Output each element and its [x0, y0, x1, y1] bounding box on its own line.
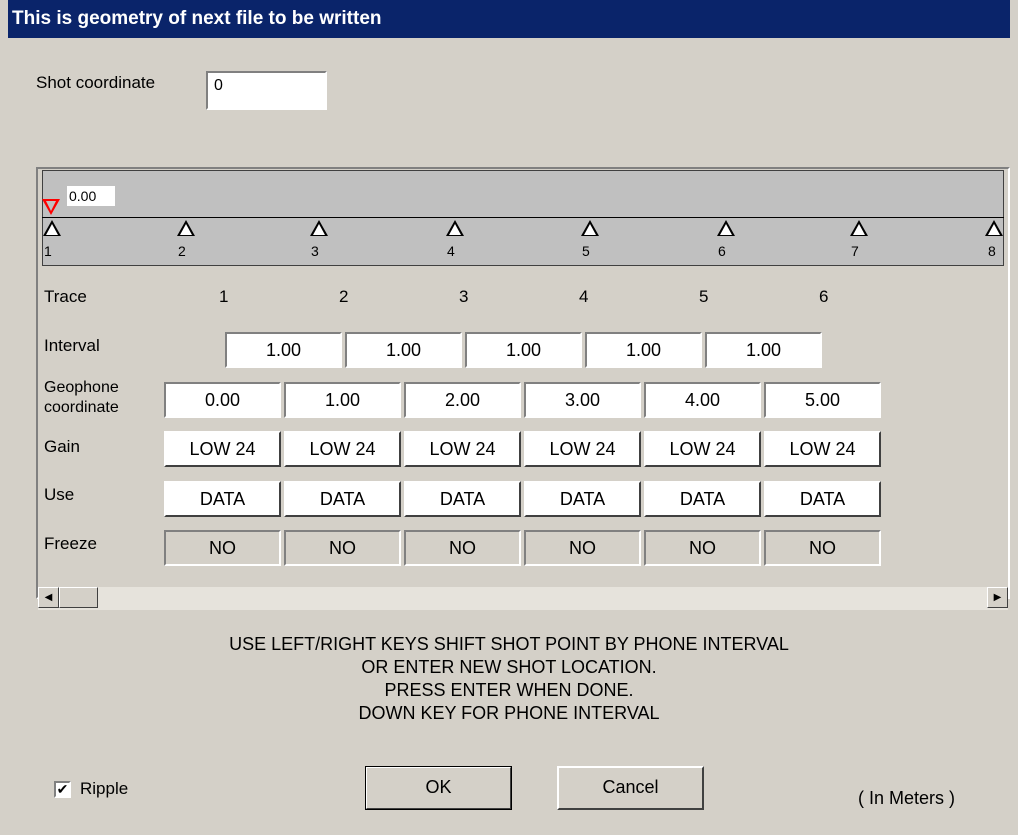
gain-button[interactable]: LOW 24	[764, 431, 881, 467]
geophone-coordinate-field[interactable]: 3.00	[524, 382, 641, 418]
scroll-thumb[interactable]	[59, 587, 98, 608]
gain-button[interactable]: LOW 24	[524, 431, 641, 467]
gain-button[interactable]: LOW 24	[644, 431, 761, 467]
geophone-marker-label: 6	[718, 243, 726, 259]
geometry-strip	[42, 170, 1004, 266]
gain-button[interactable]: LOW 24	[284, 431, 401, 467]
trace-number: 2	[339, 287, 349, 306]
geophone-marker-fill	[720, 224, 732, 235]
freeze-field[interactable]: NO	[524, 530, 641, 566]
ripple-checkbox[interactable]: ✔	[54, 781, 71, 798]
freeze-field[interactable]: NO	[284, 530, 401, 566]
use-button[interactable]: DATA	[164, 481, 281, 517]
geophone-marker-label: 7	[851, 243, 859, 259]
freeze-field[interactable]: NO	[644, 530, 761, 566]
strip-baseline	[42, 217, 1004, 218]
scroll-right-arrow-icon[interactable]: ▶	[987, 587, 1008, 608]
use-button[interactable]: DATA	[524, 481, 641, 517]
instruction-line: DOWN KEY FOR PHONE INTERVAL	[358, 703, 660, 723]
geophone-marker-label: 2	[178, 243, 186, 259]
geophone-marker-fill	[584, 224, 596, 235]
geophone-coordinate-field[interactable]: 5.00	[764, 382, 881, 418]
interval-field[interactable]: 1.00	[225, 332, 342, 368]
shot-coordinate-label: Shot coordinate	[36, 73, 156, 92]
geophone-row-label-1: Geophone	[44, 379, 119, 396]
units-label: ( In Meters )	[858, 788, 956, 808]
gain-button[interactable]: LOW 24	[404, 431, 521, 467]
trace-row-label: Trace	[44, 287, 87, 306]
instructions: USE LEFT/RIGHT KEYS SHIFT SHOT POINT BY …	[0, 633, 1018, 725]
geophone-coordinate-field[interactable]: 4.00	[644, 382, 761, 418]
instruction-line: OR ENTER NEW SHOT LOCATION.	[361, 657, 657, 677]
interval-field[interactable]: 1.00	[585, 332, 702, 368]
use-row-label: Use	[44, 485, 75, 504]
geophone-marker-label: 4	[447, 243, 455, 259]
geophone-coordinate-field[interactable]: 2.00	[404, 382, 521, 418]
interval-field[interactable]: 1.00	[345, 332, 462, 368]
use-button[interactable]: DATA	[404, 481, 521, 517]
geophone-marker-fill	[449, 224, 461, 235]
gain-row-label: Gain	[44, 437, 80, 456]
checkmark-icon: ✔	[56, 781, 69, 797]
use-button[interactable]: DATA	[284, 481, 401, 517]
freeze-field[interactable]: NO	[164, 530, 281, 566]
trace-number: 6	[819, 287, 829, 306]
shot-marker-inner	[46, 201, 56, 211]
geophone-marker-label: 5	[582, 243, 590, 259]
geophone-marker-fill	[853, 224, 865, 235]
freeze-field[interactable]: NO	[764, 530, 881, 566]
shot-coordinate-value: 0	[214, 77, 223, 94]
geophone-marker-fill	[180, 224, 192, 235]
trace-number: 1	[219, 287, 229, 306]
geophone-marker-label: 3	[311, 243, 319, 259]
trace-number: 3	[459, 287, 469, 306]
scroll-left-arrow-icon[interactable]: ◀	[38, 587, 59, 608]
instruction-line: USE LEFT/RIGHT KEYS SHIFT SHOT POINT BY …	[229, 634, 789, 654]
ripple-label[interactable]: Ripple	[80, 779, 128, 799]
geophone-marker-label: 1	[44, 243, 52, 259]
instruction-line: PRESS ENTER WHEN DONE.	[384, 680, 634, 700]
geophone-marker-label: 8	[988, 243, 996, 259]
geophone-marker-fill	[988, 224, 1000, 235]
shot-marker-value: 0.00	[67, 186, 115, 206]
gain-button[interactable]: LOW 24	[164, 431, 281, 467]
interval-field[interactable]: 1.00	[705, 332, 822, 368]
shot-coordinate-input[interactable]: 0	[206, 71, 327, 110]
geophone-coordinate-field[interactable]: 0.00	[164, 382, 281, 418]
interval-row-label: Interval	[44, 336, 100, 355]
dialog-title: This is geometry of next file to be writ…	[8, 0, 1010, 38]
use-button[interactable]: DATA	[644, 481, 761, 517]
freeze-field[interactable]: NO	[404, 530, 521, 566]
freeze-row-label: Freeze	[44, 534, 97, 553]
horizontal-scrollbar[interactable]: ◀ ▶	[38, 587, 1008, 610]
geophone-marker-fill	[46, 224, 58, 235]
geophone-row-label-2: coordinate	[44, 399, 119, 416]
cancel-button[interactable]: Cancel	[557, 766, 704, 810]
trace-number: 4	[579, 287, 589, 306]
interval-field[interactable]: 1.00	[465, 332, 582, 368]
geophone-marker-fill	[313, 224, 325, 235]
geophone-coordinate-field[interactable]: 1.00	[284, 382, 401, 418]
trace-number: 5	[699, 287, 709, 306]
use-button[interactable]: DATA	[764, 481, 881, 517]
ok-button[interactable]: OK	[365, 766, 512, 810]
